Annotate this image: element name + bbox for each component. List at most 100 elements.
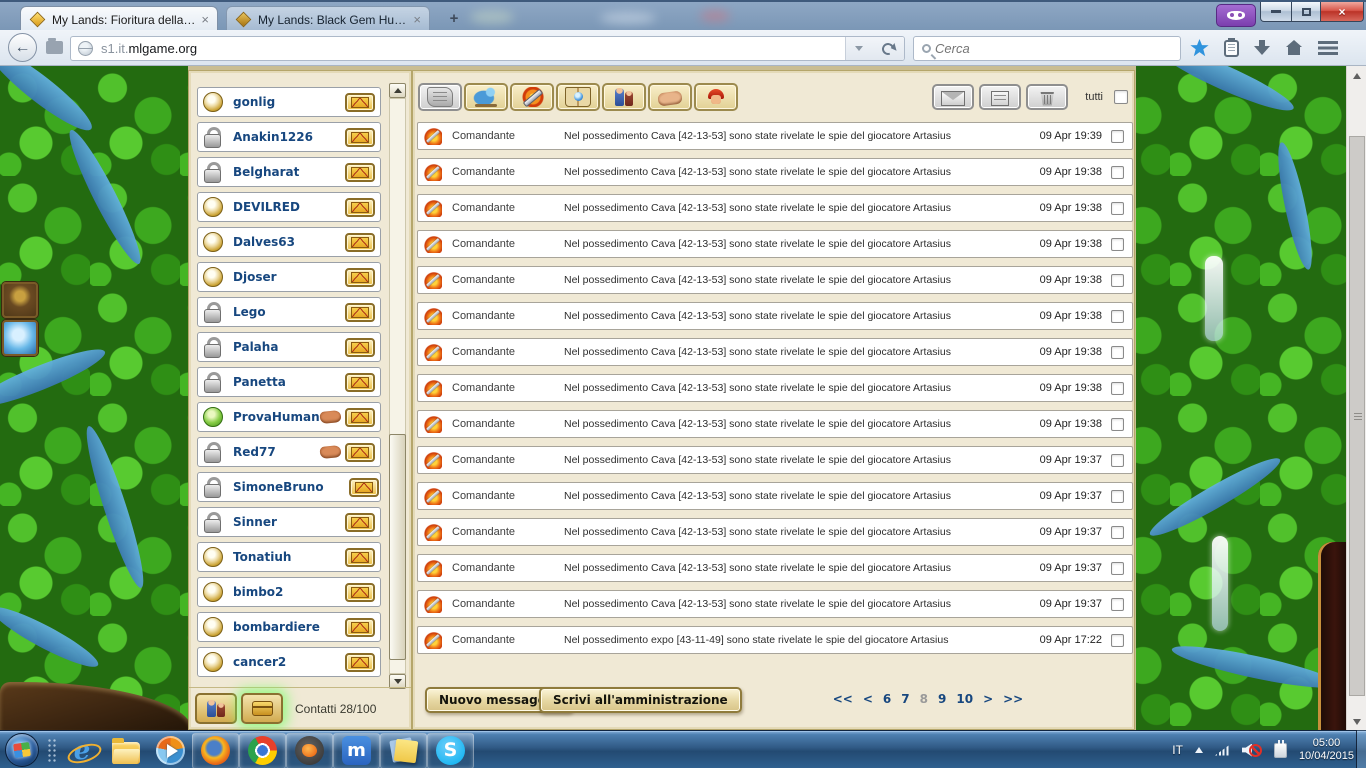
send-message-button[interactable]	[345, 198, 375, 217]
addon-mask-button[interactable]	[1216, 4, 1256, 27]
map-orb-icon[interactable]	[2, 320, 38, 356]
send-message-button[interactable]	[345, 128, 375, 147]
tab-close-icon[interactable]: ×	[413, 13, 421, 26]
contact-row[interactable]: Red77	[197, 437, 381, 467]
scrollbar-thumb[interactable]	[389, 434, 406, 660]
select-all-checkbox[interactable]	[1114, 90, 1128, 104]
message-row[interactable]: Comandante Nel possedimento Cava [42-13-…	[417, 554, 1133, 582]
page-link[interactable]: >>	[1003, 692, 1023, 706]
map-building-icon[interactable]	[2, 282, 38, 318]
message-row[interactable]: Comandante Nel possedimento Cava [42-13-…	[417, 590, 1133, 618]
tab-my-lands-fioritura[interactable]: My Lands: Fioritura della Ci... ×	[20, 6, 218, 32]
tray-icon[interactable]	[1195, 747, 1203, 753]
write-admin-button[interactable]: Scrivi all'amministrazione	[539, 687, 742, 713]
url-dropdown-icon[interactable]	[855, 46, 863, 51]
message-row[interactable]: Comandante Nel possedimento Cava [42-13-…	[417, 410, 1133, 438]
nav-icon[interactable]	[1224, 40, 1239, 57]
taskbar-app-button[interactable]	[60, 733, 104, 768]
send-message-button[interactable]	[345, 513, 375, 532]
new-tab-button[interactable]: +	[440, 10, 468, 28]
page-link[interactable]: 10	[956, 692, 973, 706]
page-link[interactable]: 8	[920, 692, 928, 706]
message-checkbox[interactable]	[1111, 130, 1124, 143]
message-filter-button[interactable]	[556, 83, 600, 111]
message-filter-button[interactable]	[602, 83, 646, 111]
contact-row[interactable]: Dalves63	[197, 227, 381, 257]
scroll-down-button[interactable]	[1347, 714, 1366, 730]
contact-row[interactable]: Panetta	[197, 367, 381, 397]
minimize-button[interactable]	[1260, 2, 1292, 22]
message-checkbox[interactable]	[1111, 418, 1124, 431]
message-row[interactable]: Comandante Nel possedimento Cava [42-13-…	[417, 230, 1133, 258]
contact-row[interactable]: bombardiere	[197, 612, 381, 642]
page-link[interactable]: 7	[901, 692, 909, 706]
back-button[interactable]: ←	[8, 33, 37, 62]
taskbar-app-button[interactable]	[239, 733, 286, 768]
send-message-button[interactable]	[345, 653, 375, 672]
taskbar-app-button[interactable]	[333, 733, 380, 768]
contact-row[interactable]: SimoneBruno	[197, 472, 381, 502]
nav-icon[interactable]	[1190, 39, 1209, 57]
message-checkbox[interactable]	[1111, 202, 1124, 215]
message-row[interactable]: Comandante Nel possedimento Cava [42-13-…	[417, 374, 1133, 402]
taskbar-app-button[interactable]	[148, 733, 192, 768]
page-link[interactable]: <	[863, 692, 873, 706]
session-icon[interactable]	[46, 41, 63, 54]
contact-row[interactable]: ProvaHuman	[197, 402, 381, 432]
taskbar-app-button[interactable]	[380, 733, 427, 768]
message-row[interactable]: Comandante Nel possedimento Cava [42-13-…	[417, 266, 1133, 294]
page-link[interactable]: <<	[833, 692, 853, 706]
send-message-button[interactable]	[345, 618, 375, 637]
taskbar-app-button[interactable]	[427, 733, 474, 768]
message-filter-button[interactable]	[464, 83, 508, 111]
url-bar[interactable]: s1.it. mlgame.org	[70, 36, 905, 61]
send-message-button[interactable]	[349, 478, 379, 497]
send-message-button[interactable]	[345, 338, 375, 357]
message-checkbox[interactable]	[1111, 274, 1124, 287]
message-filter-button[interactable]	[648, 83, 692, 111]
tab-my-lands-black-gem[interactable]: My Lands: Black Gem Hunt... ×	[226, 6, 430, 32]
taskbar-app-button[interactable]	[192, 733, 239, 768]
send-message-button[interactable]	[345, 583, 375, 602]
send-message-button[interactable]	[345, 443, 375, 462]
contact-row[interactable]: Belgharat	[197, 157, 381, 187]
contact-row[interactable]: DEVILRED	[197, 192, 381, 222]
message-checkbox[interactable]	[1111, 598, 1124, 611]
message-row[interactable]: Comandante Nel possedimento Cava [42-13-…	[417, 194, 1133, 222]
page-link[interactable]: 9	[938, 692, 946, 706]
contact-row[interactable]: Tonatiuh	[197, 542, 381, 572]
scroll-up-button[interactable]	[389, 83, 406, 98]
message-filter-button[interactable]	[510, 83, 554, 111]
tray-icon[interactable]	[1242, 744, 1262, 757]
tab-close-icon[interactable]: ×	[201, 13, 209, 26]
contact-row[interactable]: Sinner	[197, 507, 381, 537]
mail-action-button[interactable]	[1026, 84, 1068, 110]
mail-action-button[interactable]	[932, 84, 974, 110]
reload-icon[interactable]	[880, 41, 896, 57]
message-row[interactable]: Comandante Nel possedimento Cava [42-13-…	[417, 338, 1133, 366]
scrollbar-thumb[interactable]	[1349, 136, 1365, 696]
start-button[interactable]	[5, 733, 39, 767]
tray-icon[interactable]	[1274, 743, 1287, 758]
send-message-button[interactable]	[345, 268, 375, 287]
message-row[interactable]: Comandante Nel possedimento expo [43-11-…	[417, 626, 1133, 654]
send-message-button[interactable]	[345, 408, 375, 427]
page-link[interactable]: 6	[883, 692, 891, 706]
message-filter-button[interactable]	[418, 83, 462, 111]
language-indicator[interactable]: IT	[1172, 743, 1183, 757]
page-link[interactable]: >	[983, 692, 993, 706]
nav-icon[interactable]	[1254, 40, 1270, 56]
contact-row[interactable]: bimbo2	[197, 577, 381, 607]
contact-row[interactable]: cancer2	[197, 647, 381, 677]
message-row[interactable]: Comandante Nel possedimento Cava [42-13-…	[417, 482, 1133, 510]
message-checkbox[interactable]	[1111, 238, 1124, 251]
nav-icon[interactable]	[1285, 40, 1303, 56]
send-message-button[interactable]	[345, 548, 375, 567]
message-checkbox[interactable]	[1111, 526, 1124, 539]
message-checkbox[interactable]	[1111, 310, 1124, 323]
send-message-button[interactable]	[345, 373, 375, 392]
browser-scrollbar[interactable]	[1346, 66, 1366, 730]
message-checkbox[interactable]	[1111, 454, 1124, 467]
mail-action-button[interactable]	[979, 84, 1021, 110]
message-row[interactable]: Comandante Nel possedimento Cava [42-13-…	[417, 122, 1133, 150]
